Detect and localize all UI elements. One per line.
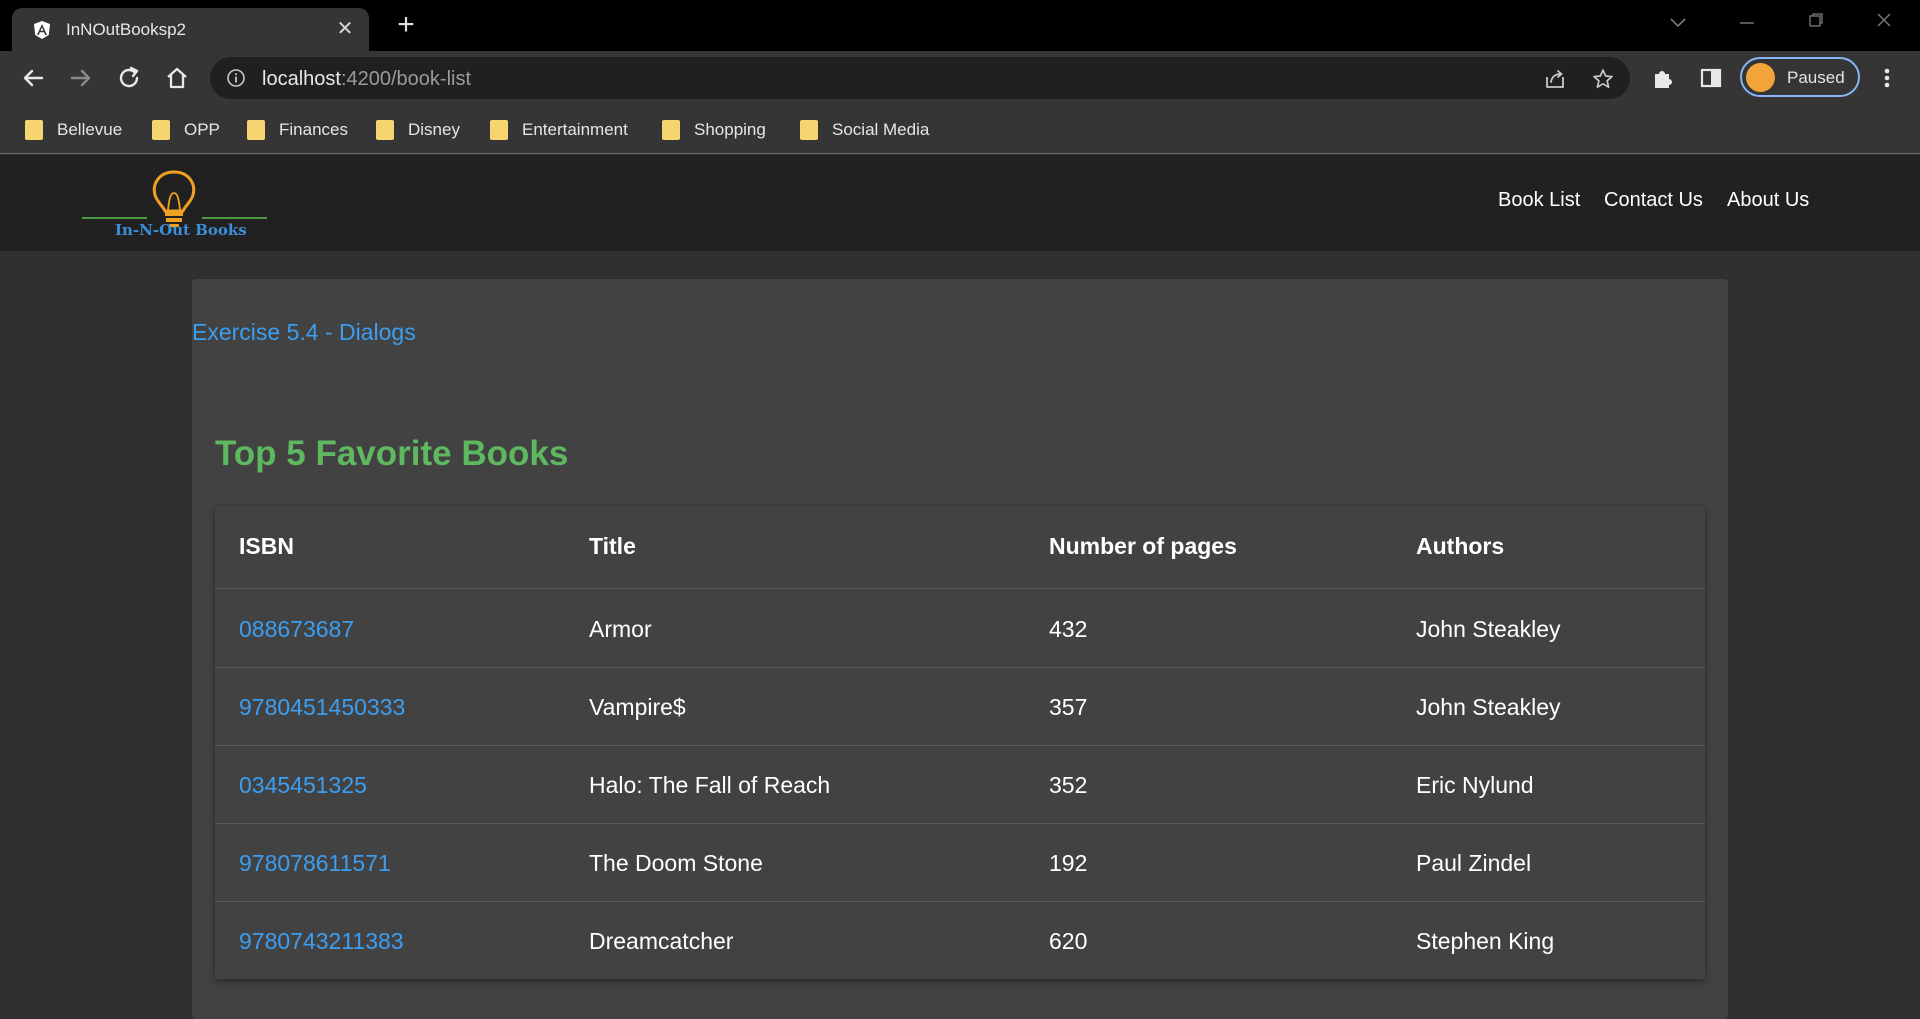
isbn-link[interactable]: 0345451325 — [239, 772, 367, 799]
close-window-icon[interactable] — [1864, 9, 1904, 35]
folder-icon — [800, 120, 818, 140]
folder-icon — [25, 120, 43, 140]
tab-title: InNOutBooksp2 — [66, 20, 187, 39]
side-panel-icon[interactable] — [1696, 63, 1726, 93]
book-authors: John Steakley — [1416, 616, 1561, 642]
menu-kebab-icon[interactable] — [1872, 63, 1902, 93]
nav-about-us[interactable]: About Us — [1727, 189, 1809, 212]
column-header-pages[interactable]: Number of pages — [1049, 533, 1237, 560]
book-authors: Eric Nylund — [1416, 772, 1534, 798]
book-title: Vampire$ — [589, 694, 686, 720]
book-title: The Doom Stone — [589, 850, 763, 876]
nav-book-list[interactable]: Book List — [1498, 189, 1580, 212]
table-header: ISBN Title Number of pages Authors — [215, 506, 1705, 589]
content-card: Exercise 5.4 - Dialogs Top 5 Favorite Bo… — [192, 279, 1728, 1019]
profile-button[interactable]: Paused — [1740, 57, 1860, 97]
app-header: In-N-Out Books Book List Contact Us Abou… — [0, 155, 1920, 251]
home-icon[interactable] — [162, 63, 192, 93]
book-authors: John Steakley — [1416, 694, 1561, 720]
table-row[interactable]: 9780451450333 Vampire$ 357 John Steakley — [215, 668, 1705, 746]
bookmark-folder[interactable]: Shopping — [662, 117, 766, 143]
extensions-icon[interactable] — [1648, 63, 1678, 93]
page-count: 620 — [1049, 928, 1088, 954]
isbn-link[interactable]: 088673687 — [239, 616, 354, 643]
bookmarks-bar: Bellevue OPP Finances Disney Entertainme… — [0, 105, 1920, 154]
page-count: 352 — [1049, 772, 1088, 798]
new-tab-icon[interactable]: + — [391, 10, 421, 40]
logo-text: In-N-Out Books — [115, 221, 247, 239]
exercise-link[interactable]: Exercise 5.4 - Dialogs — [192, 319, 416, 346]
column-header-isbn[interactable]: ISBN — [239, 533, 294, 560]
page-title: Top 5 Favorite Books — [215, 434, 569, 473]
folder-icon — [376, 120, 394, 140]
reload-icon[interactable] — [114, 63, 144, 93]
site-info-icon[interactable] — [226, 68, 246, 88]
bookmark-folder[interactable]: OPP — [152, 117, 220, 143]
bookmark-folder[interactable]: Bellevue — [25, 117, 122, 143]
bookmark-folder[interactable]: Entertainment — [490, 117, 628, 143]
main-content: Exercise 5.4 - Dialogs Top 5 Favorite Bo… — [0, 251, 1920, 1019]
share-icon[interactable] — [1543, 67, 1567, 91]
bookmark-folder[interactable]: Finances — [247, 117, 348, 143]
book-title: Dreamcatcher — [589, 928, 734, 954]
page-count: 357 — [1049, 694, 1088, 720]
page-count: 192 — [1049, 850, 1088, 876]
browser-tab[interactable]: InNOutBooksp2 ✕ — [12, 8, 369, 51]
restore-icon[interactable] — [1796, 9, 1836, 35]
angular-icon — [34, 21, 50, 39]
book-authors: Paul Zindel — [1416, 850, 1532, 876]
tab-search-icon[interactable] — [1658, 9, 1698, 35]
bookmark-folder[interactable]: Social Media — [800, 117, 929, 143]
tab-close-icon[interactable]: ✕ — [333, 17, 357, 41]
isbn-link[interactable]: 978078611571 — [239, 850, 391, 877]
page-count: 432 — [1049, 616, 1088, 642]
folder-icon — [152, 120, 170, 140]
tab-strip: InNOutBooksp2 ✕ + — [0, 0, 1920, 51]
url-text: localhost:4200/book-list — [262, 68, 472, 90]
nav-contact-us[interactable]: Contact Us — [1604, 189, 1703, 212]
lightbulb-icon — [82, 170, 267, 227]
address-bar[interactable]: localhost:4200/book-list — [210, 57, 1630, 99]
folder-icon — [662, 120, 680, 140]
books-table: ISBN Title Number of pages Authors 08867… — [215, 506, 1705, 979]
table-row[interactable]: 088673687 Armor 432 John Steakley — [215, 590, 1705, 668]
book-title: Halo: The Fall of Reach — [589, 772, 831, 798]
isbn-link[interactable]: 9780743211383 — [239, 928, 404, 955]
folder-icon — [490, 120, 508, 140]
bookmark-folder[interactable]: Disney — [376, 117, 460, 143]
bookmark-star-icon[interactable] — [1591, 67, 1615, 91]
forward-icon[interactable] — [66, 63, 96, 93]
column-header-title[interactable]: Title — [589, 533, 636, 560]
browser-toolbar: localhost:4200/book-list Paused — [0, 51, 1920, 105]
column-header-authors[interactable]: Authors — [1416, 533, 1504, 560]
book-authors: Stephen King — [1416, 928, 1555, 954]
table-row[interactable]: 9780743211383 Dreamcatcher 620 Stephen K… — [215, 902, 1705, 980]
folder-icon — [247, 120, 265, 140]
minimize-icon[interactable] — [1727, 9, 1767, 35]
table-row[interactable]: 0345451325 Halo: The Fall of Reach 352 E… — [215, 746, 1705, 824]
book-title: Armor — [589, 616, 652, 642]
profile-status: Paused — [1787, 68, 1845, 87]
avatar — [1746, 63, 1775, 92]
isbn-link[interactable]: 9780451450333 — [239, 694, 405, 721]
back-icon[interactable] — [18, 63, 48, 93]
table-row[interactable]: 978078611571 The Doom Stone 192 Paul Zin… — [215, 824, 1705, 902]
